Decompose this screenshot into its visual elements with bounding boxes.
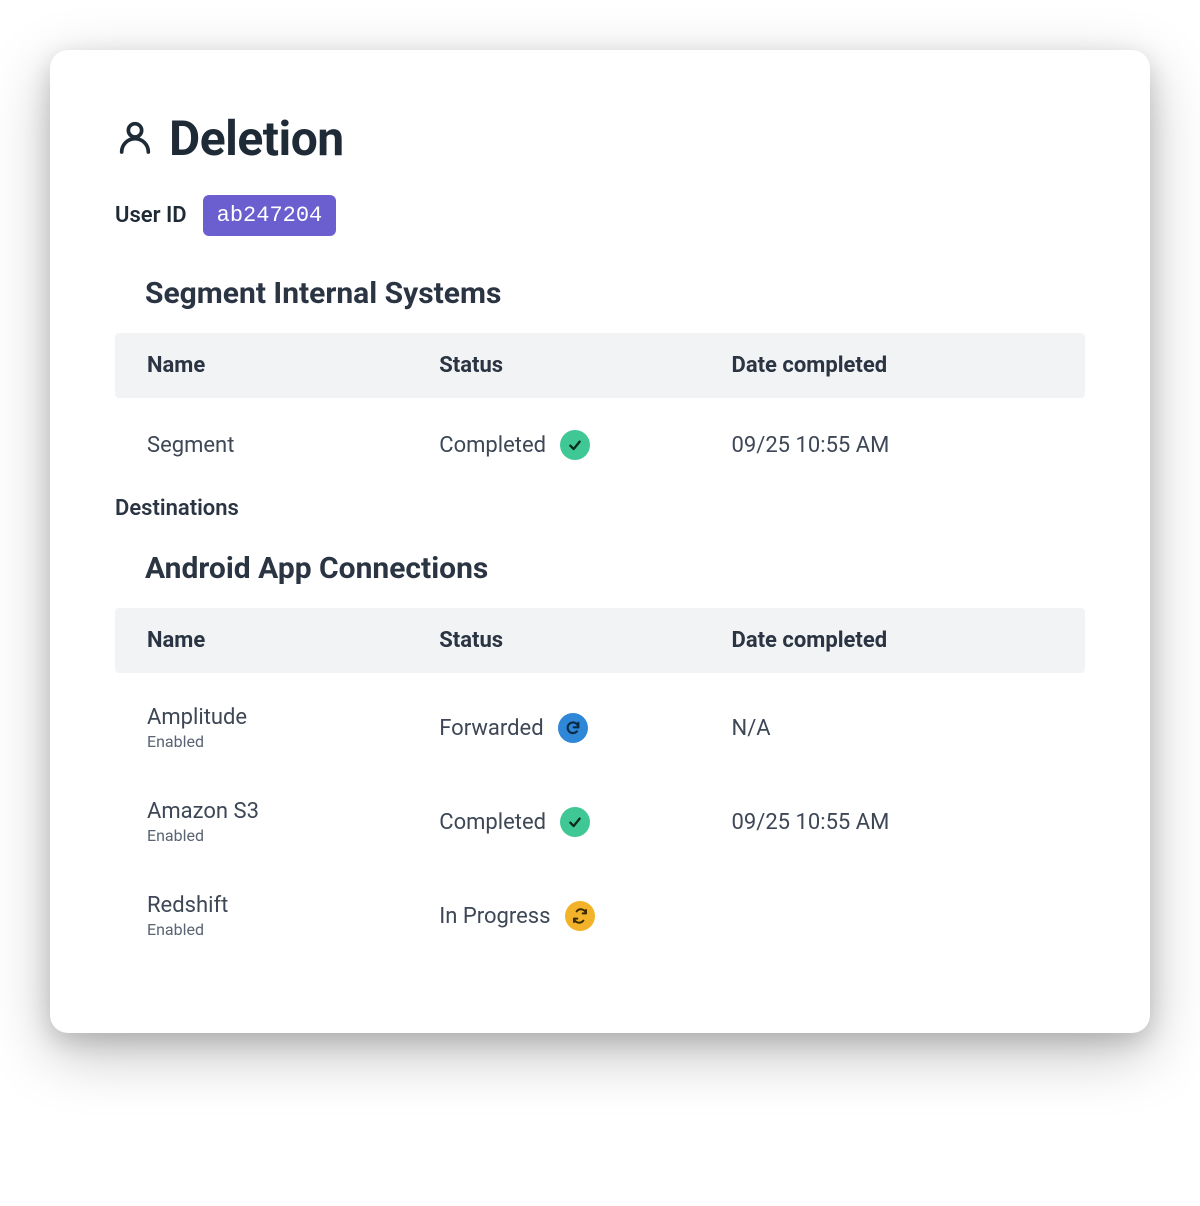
user-id-chip: ab247204 xyxy=(203,195,337,236)
row-name: Segment xyxy=(147,433,439,458)
destinations-label: Destinations xyxy=(115,496,1085,521)
table-row: Amazon S3 Enabled Completed 09/25 10:55 … xyxy=(115,775,1085,869)
cell-status: In Progress xyxy=(439,901,731,931)
status-text: Completed xyxy=(439,810,546,835)
col-status: Status xyxy=(439,628,731,653)
user-id-label: User ID xyxy=(115,203,187,228)
table-row: Amplitude Enabled Forwarded N/A xyxy=(115,681,1085,775)
check-icon xyxy=(560,807,590,837)
cell-date: N/A xyxy=(732,716,1053,741)
col-name: Name xyxy=(147,628,439,653)
user-icon xyxy=(115,117,155,161)
row-name: Redshift xyxy=(147,893,439,918)
title-row: Deletion xyxy=(115,110,1085,167)
table-header-connections: Name Status Date completed xyxy=(115,608,1085,673)
table-header-internal: Name Status Date completed xyxy=(115,333,1085,398)
section-heading-connections: Android App Connections xyxy=(145,551,1085,586)
col-status: Status xyxy=(439,353,731,378)
cell-date: 09/25 10:55 AM xyxy=(732,433,1053,458)
row-name: Amplitude xyxy=(147,705,439,730)
row-sub: Enabled xyxy=(147,920,439,939)
cell-status: Completed xyxy=(439,807,731,837)
row-sub: Enabled xyxy=(147,826,439,845)
section-heading-internal: Segment Internal Systems xyxy=(145,276,1085,311)
col-date: Date completed xyxy=(732,628,1053,653)
forward-icon xyxy=(558,713,588,743)
cell-name: Redshift Enabled xyxy=(147,893,439,939)
col-date: Date completed xyxy=(732,353,1053,378)
page-title: Deletion xyxy=(169,110,344,167)
cell-date: 09/25 10:55 AM xyxy=(732,810,1053,835)
deletion-card: Deletion User ID ab247204 Segment Intern… xyxy=(50,50,1150,1033)
table-row: Segment Completed 09/25 10:55 AM xyxy=(115,406,1085,484)
row-sub: Enabled xyxy=(147,732,439,751)
status-text: Completed xyxy=(439,433,546,458)
check-icon xyxy=(560,430,590,460)
cell-status: Completed xyxy=(439,430,731,460)
row-name: Amazon S3 xyxy=(147,799,439,824)
table-row: Redshift Enabled In Progress xyxy=(115,869,1085,963)
cell-status: Forwarded xyxy=(439,713,731,743)
status-text: Forwarded xyxy=(439,716,543,741)
sync-icon xyxy=(565,901,595,931)
cell-name: Amazon S3 Enabled xyxy=(147,799,439,845)
status-text: In Progress xyxy=(439,904,550,929)
col-name: Name xyxy=(147,353,439,378)
user-id-row: User ID ab247204 xyxy=(115,195,1085,236)
cell-name: Segment xyxy=(147,433,439,458)
cell-name: Amplitude Enabled xyxy=(147,705,439,751)
